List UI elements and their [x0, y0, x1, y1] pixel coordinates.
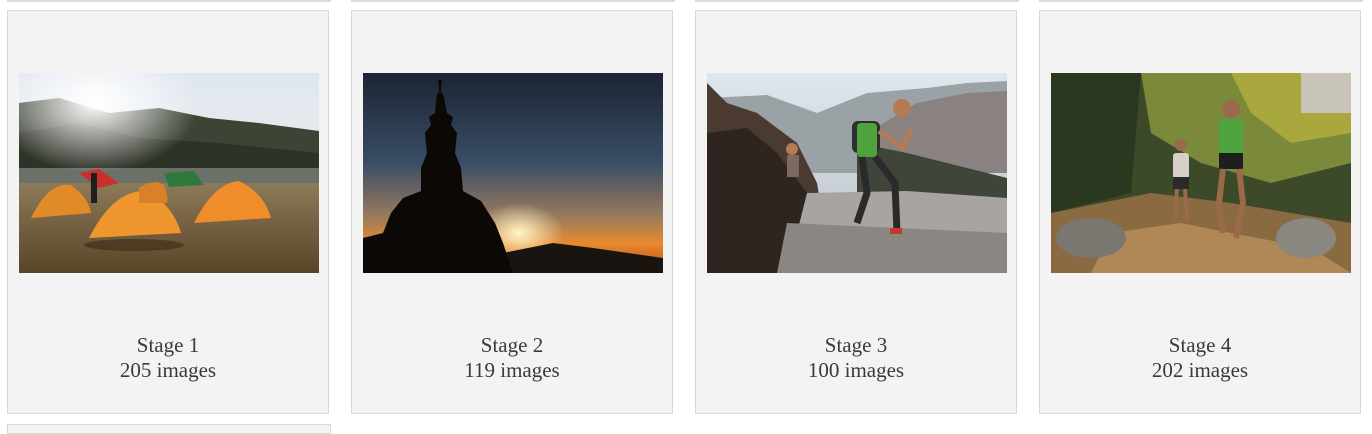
stage-title: Stage 4 [1168, 333, 1232, 357]
row-divider [351, 0, 675, 2]
stage-title: Stage 1 [136, 333, 200, 357]
image-count: 100 images [807, 358, 905, 382]
stage-card-3[interactable]: Stage 3 100 images [695, 10, 1017, 414]
image-count: 119 images [464, 358, 560, 382]
stage-title: Stage 3 [824, 333, 888, 357]
runner-mountain-trail-photo [707, 73, 1007, 273]
row-divider [1039, 0, 1363, 2]
image-count: 202 images [1151, 358, 1249, 382]
stage-title: Stage 2 [480, 333, 544, 357]
stage-3-thumbnail[interactable] [707, 73, 1007, 273]
runners-forest-trail-photo [1051, 73, 1351, 273]
image-count: 205 images [119, 358, 217, 382]
stage-card-2[interactable]: Stage 2 119 images [351, 10, 673, 414]
stupa-sunset-photo [363, 73, 663, 273]
stage-card-4[interactable]: Stage 4 202 images [1039, 10, 1361, 414]
stage-4-thumbnail[interactable] [1051, 73, 1351, 273]
stage-2-thumbnail[interactable] [363, 73, 663, 273]
stage-1-thumbnail[interactable] [19, 73, 319, 273]
camp-tents-photo [19, 73, 319, 273]
stage-card-1[interactable]: Stage 1 205 images [7, 10, 329, 414]
row-divider [695, 0, 1019, 2]
next-row-card-edge [7, 424, 331, 434]
row-divider [7, 0, 331, 2]
